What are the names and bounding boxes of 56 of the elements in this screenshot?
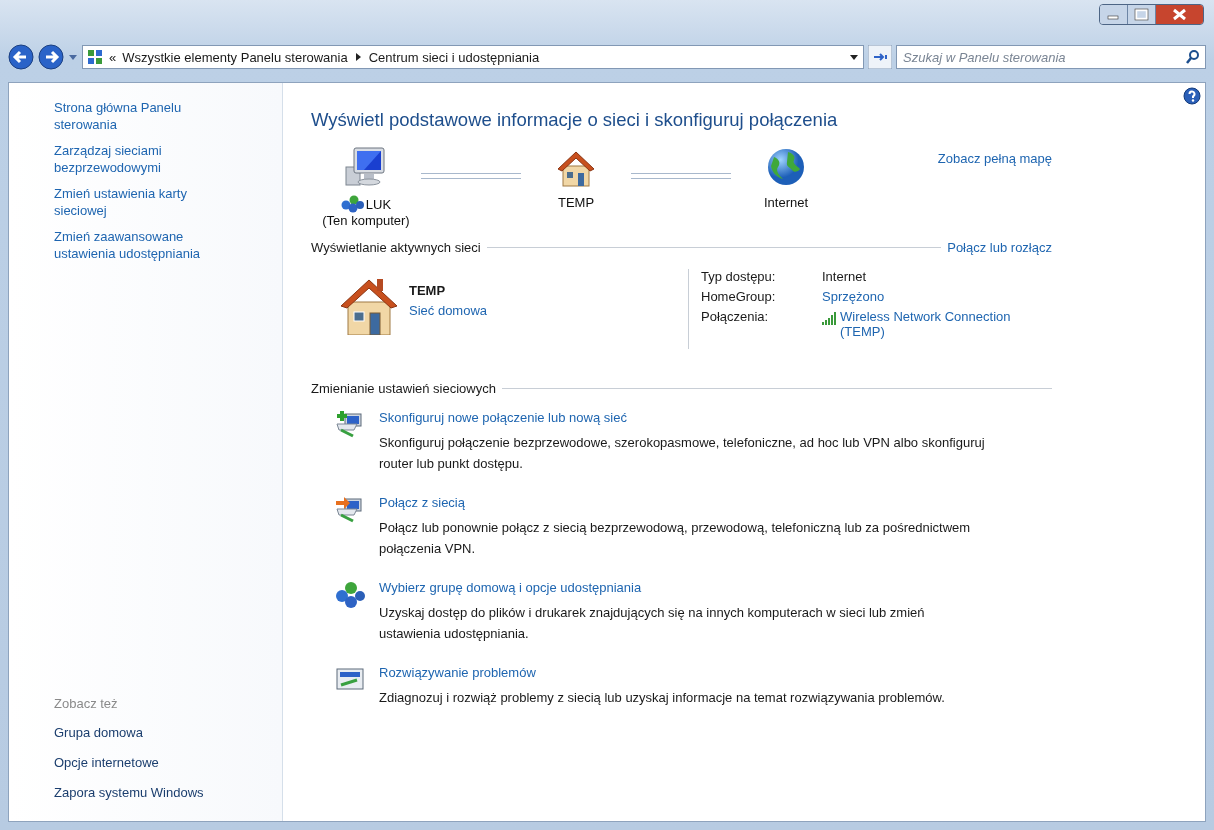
task-description: Zdiagnozuj i rozwiąż problemy z siecią lub uzyskaj informacje na temat rozwiązywania problemów. — [379, 689, 945, 707]
network-name: TEMP — [409, 283, 447, 298]
task-link[interactable]: Połącz z siecią — [379, 495, 989, 510]
connect-disconnect-link[interactable]: Połącz lub rozłącz — [947, 240, 1052, 255]
sidebar-link[interactable]: Zapora systemu Windows — [54, 784, 204, 801]
node-label: TEMP — [557, 195, 595, 210]
node-sublabel: (Ten komputer) — [322, 213, 410, 228]
house-icon — [557, 149, 595, 187]
close-icon[interactable] — [1156, 5, 1203, 24]
sidebar-link[interactable]: Grupa domowa — [54, 724, 143, 741]
sidebar-link[interactable]: Zmień ustawienia karty sieciowej — [54, 185, 234, 219]
network-nodes-icon — [340, 195, 364, 213]
maximize-icon[interactable] — [1128, 5, 1156, 24]
property-label: Typ dostępu: — [701, 269, 777, 284]
task-description: Skonfiguruj połączenie bezprzewodowe, szerokopasmowe, telefoniczne, ad hoc lub VPN albo skonfiguruj router lub punkt dostępu. — [379, 434, 986, 473]
address-bar[interactable]: « Wszystkie elementy Panelu sterowania Centrum sieci i udostępniania — [82, 45, 864, 69]
node-label: LUK — [365, 196, 392, 212]
property-link[interactable]: Sprzężono — [822, 289, 885, 304]
forward-icon[interactable] — [38, 44, 64, 70]
property-value: Internet — [822, 269, 867, 284]
task-link[interactable]: Rozwiązywanie problemów — [379, 665, 945, 680]
overflow-chevron[interactable]: « — [109, 49, 117, 65]
task-description: Połącz lub ponownie połącz z siecią bezprzewodową, przewodową, telefoniczną lub za pośrednictwem połączenia VPN. — [379, 519, 972, 558]
signal-bars-icon — [822, 312, 836, 326]
node-label: Internet — [763, 195, 809, 210]
minimize-icon[interactable] — [1100, 5, 1128, 24]
section-heading: Wyświetlanie aktywnych sieci — [311, 240, 481, 255]
breadcrumb[interactable]: Wszystkie elementy Panelu sterowania — [122, 49, 348, 65]
back-icon[interactable] — [8, 44, 34, 70]
search-field[interactable]: Szukaj w Panelu sterowania — [896, 45, 1206, 69]
property-label: Połączenia: — [701, 309, 770, 326]
dropdown-caret-icon[interactable] — [849, 52, 859, 62]
section-heading: Zobacz też — [54, 696, 119, 711]
property-label: HomeGroup: — [701, 289, 777, 304]
network-nodes-icon[interactable] — [335, 580, 365, 610]
help-icon[interactable] — [1183, 87, 1201, 105]
sidebar-link[interactable]: Zarządzaj sieciami bezprzewodowymi — [54, 142, 234, 176]
globe-icon — [766, 147, 806, 187]
caret-icon[interactable] — [68, 52, 78, 62]
computer-icon — [344, 145, 388, 187]
section-heading: Zmienianie ustawień sieciowych — [311, 381, 496, 396]
network-connect-icon[interactable] — [335, 495, 365, 525]
task-description: Uzyskaj dostęp do plików i drukarek znajdujących się na innych komputerach w sieci lub zmień ustawienia udostępniania. — [379, 604, 926, 643]
sidebar-link[interactable]: Zmień zaawansowane ustawienia udostępniania — [54, 228, 234, 262]
sidebar-link[interactable]: Opcje internetowe — [54, 754, 159, 771]
chevron-right-icon[interactable] — [353, 51, 363, 63]
task-link[interactable]: Skonfiguruj nowe połączenie lub nową sieć — [379, 410, 989, 425]
task-link[interactable]: Wybierz grupę domową i opcje udostępniania — [379, 580, 989, 595]
breadcrumb[interactable]: Centrum sieci i udostępniania — [368, 49, 540, 65]
connection-link[interactable]: Wireless Network Connection (TEMP) — [840, 309, 1040, 339]
search-icon[interactable] — [1186, 49, 1200, 65]
full-map-link[interactable]: Zobacz pełną mapę — [937, 151, 1052, 166]
sidebar-link[interactable]: Strona główna Panelu sterowania — [54, 99, 234, 133]
network-add-icon[interactable] — [335, 410, 365, 440]
network-type-link[interactable]: Sieć domowa — [409, 303, 488, 318]
page-title: Wyświetl podstawowe informacje o sieci i skonfiguruj połączenia — [311, 109, 839, 131]
